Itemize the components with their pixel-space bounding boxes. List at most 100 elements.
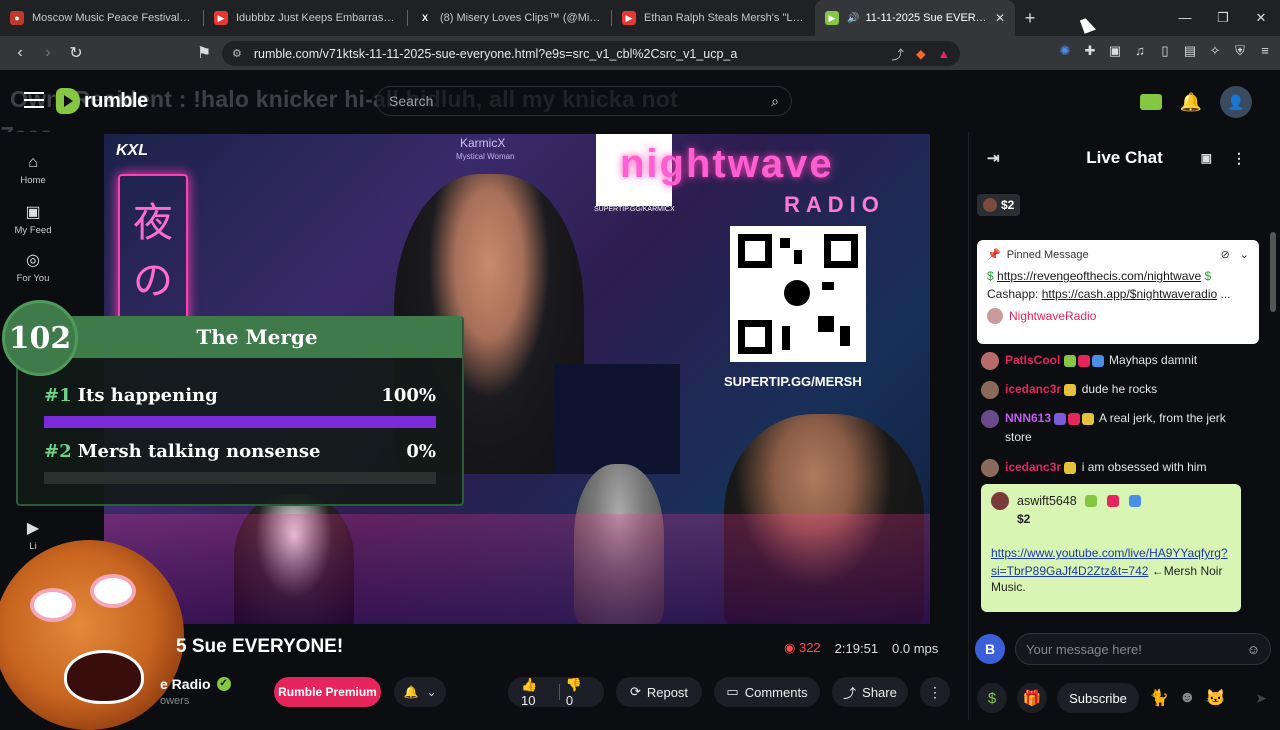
browser-tab[interactable]: ● Moscow Music Peace Festival - 1 (0, 0, 203, 36)
follower-count: owers (160, 695, 190, 707)
wallet-icon[interactable]: ▤ (1183, 44, 1197, 58)
chat-username[interactable]: icedanc3r (1005, 460, 1061, 474)
forward-icon[interactable]: › (34, 44, 62, 62)
tip-card-amount: $2 (1017, 512, 1031, 526)
chat-user-avatar[interactable]: B (975, 634, 1005, 664)
karmicx-label: KarmicX (460, 136, 506, 150)
repost-button[interactable]: ⟳ Repost (616, 677, 702, 707)
dollar-icon: $ (987, 269, 998, 283)
scrollbar-thumb[interactable] (1270, 232, 1276, 312)
new-tab-button[interactable]: + (1015, 8, 1045, 29)
popout-chat-icon[interactable]: ▣ (1201, 151, 1212, 165)
sidebar-item-my-feed[interactable]: ▣ My Feed (0, 202, 66, 236)
browser-tab[interactable]: ▶ Ethan Ralph Steals Mersh's "Leftover (612, 0, 815, 36)
search-bar[interactable]: Search ⌕ (376, 86, 792, 116)
cashapp-link[interactable]: https://cash.app/$nightwaveradio (1042, 287, 1217, 301)
chevron-down-icon: ⌄ (426, 685, 437, 699)
repost-icon: ⟳ (629, 684, 641, 699)
more-options-icon[interactable]: ⋮ (920, 677, 950, 707)
brave-shield-icon[interactable]: ◆ (916, 46, 926, 61)
for-you-icon: ◎ (26, 252, 40, 269)
brave-rewards-icon[interactable]: ▲ (938, 47, 950, 61)
pinned-message: 📌 Pinned Message ⊘ ⌄ $ https://revengeof… (977, 240, 1259, 344)
share-button[interactable]: ⤴ Share (832, 677, 908, 707)
sidebar-item-for-you[interactable]: ◎ For You (0, 250, 66, 284)
chat-message-input[interactable]: Your message here! ☺ (1015, 633, 1271, 665)
pinned-link[interactable]: https://revengeofthecis.com/nightwave (997, 269, 1201, 283)
maximize-button[interactable]: ❐ (1204, 0, 1242, 36)
audio-playing-icon[interactable]: 🔊 (847, 13, 859, 24)
kxl-logo: KXL (116, 142, 148, 159)
site-info-icon[interactable]: ⚙ (232, 47, 242, 60)
channel-name[interactable]: e Radio ✓ (160, 676, 231, 692)
comments-button[interactable]: ▭ Comments (714, 677, 820, 707)
poll-option: #1 Its happening 100% (44, 385, 436, 406)
emoji-icon[interactable]: ☺ (1247, 642, 1260, 657)
vote-buttons: 👍 10 👎 0 (508, 677, 604, 708)
close-tab-icon[interactable]: ✕ (989, 11, 1005, 25)
dislike-button[interactable]: 👎 0 (566, 677, 591, 708)
chat-username[interactable]: icedanc3r (1005, 382, 1061, 396)
rumble-logo[interactable]: rumble (56, 88, 148, 114)
badge-icon (1054, 412, 1067, 425)
vpn-icon[interactable]: ⛨ (1233, 44, 1247, 58)
notification-bell-button[interactable]: 🔔 ⌄ (394, 677, 446, 707)
sidebar-toggle-icon[interactable]: ▯ (1158, 44, 1172, 58)
badge-icon (1063, 354, 1076, 367)
chat-username[interactable]: NNN613 (1005, 411, 1051, 425)
leo-icon[interactable]: ✧ (1208, 44, 1222, 58)
chat-menu-icon[interactable]: ⋮ (1232, 150, 1246, 167)
sidebar-item-home[interactable]: ⌂ Home (0, 154, 66, 186)
small-qr-label: SUPERTIP.GG/KARMICX (594, 206, 675, 213)
poll-option-percent: 100% (381, 385, 436, 406)
user-avatar[interactable] (981, 352, 999, 370)
pinned-user[interactable]: NightwaveRadio (987, 308, 1249, 324)
send-icon[interactable]: ➤ (1255, 690, 1267, 707)
collapse-chat-icon[interactable]: ⇥ (987, 149, 1000, 167)
user-avatar[interactable] (981, 381, 999, 399)
bookmark-icon[interactable]: ⚑ (190, 43, 218, 63)
emote-icon[interactable]: ☻ (1179, 689, 1196, 707)
user-avatar[interactable] (981, 410, 999, 428)
browser-tab[interactable]: ▶ Idubbbz Just Keeps Embarrassing Hin (204, 0, 407, 36)
user-avatar[interactable]: 👤 (1220, 86, 1252, 118)
rumble-premium-button[interactable]: Rumble Premium (274, 677, 381, 707)
gift-icon[interactable]: 🎁 (1017, 683, 1047, 713)
search-icon[interactable]: ⌕ (771, 93, 779, 110)
go-live-camera-icon[interactable] (1139, 94, 1162, 110)
back-icon[interactable]: ‹ (6, 44, 34, 62)
subscribe-button[interactable]: Subscribe (1057, 683, 1139, 713)
close-window-button[interactable]: ✕ (1242, 0, 1280, 36)
tip-dollar-icon[interactable]: $ (977, 683, 1007, 713)
media-icon[interactable]: ♫ (1133, 44, 1147, 58)
chat-text: i am obsessed with him (1081, 460, 1207, 474)
hamburger-menu-icon[interactable] (24, 92, 44, 108)
chat-username[interactable]: PatIsCool (1005, 353, 1060, 367)
user-avatar[interactable] (981, 459, 999, 477)
minimize-button[interactable]: — (1166, 0, 1204, 36)
notifications-bell-icon[interactable]: 🔔 (1180, 92, 1202, 113)
address-bar[interactable]: ⚙ rumble.com/v71ktsk-11-11-2025-sue-ever… (222, 41, 960, 66)
share-page-icon[interactable]: ⤴ (891, 44, 904, 63)
chat-scrollbar[interactable] (1270, 232, 1276, 692)
extension-icon[interactable]: ✺ (1058, 44, 1072, 58)
tip-username[interactable]: aswift5648 (1017, 494, 1077, 508)
tip-strip[interactable]: $2 (977, 194, 1021, 216)
sidebar-item-label: Home (20, 175, 46, 186)
menu-icon[interactable]: ≡ (1258, 44, 1272, 58)
user-avatar[interactable] (991, 492, 1009, 510)
emote-icon[interactable]: 🐈 (1149, 688, 1169, 708)
hide-icon[interactable]: ⊘ (1221, 248, 1230, 261)
browser-tab[interactable]: X (8) Misery Loves Clips™ (@MiseryClip (408, 0, 611, 36)
reading-list-icon[interactable]: ▣ (1108, 44, 1122, 58)
search-input[interactable]: Search (389, 93, 433, 109)
chevron-down-icon[interactable]: ⌄ (1240, 248, 1249, 261)
like-button[interactable]: 👍 10 (521, 677, 553, 708)
browser-tab-active[interactable]: ▶ 🔊 11-11-2025 Sue EVERYONE! ✕ (815, 0, 1015, 36)
like-count: 10 (521, 692, 536, 708)
qr-label: SUPERTIP.GG/MERSH (724, 374, 862, 389)
emote-icon[interactable]: 🐱 (1206, 688, 1226, 708)
reload-icon[interactable]: ↻ (62, 43, 90, 63)
viewer-count: ◉ 322 (784, 640, 821, 656)
puzzle-icon[interactable]: ✚ (1083, 44, 1097, 58)
